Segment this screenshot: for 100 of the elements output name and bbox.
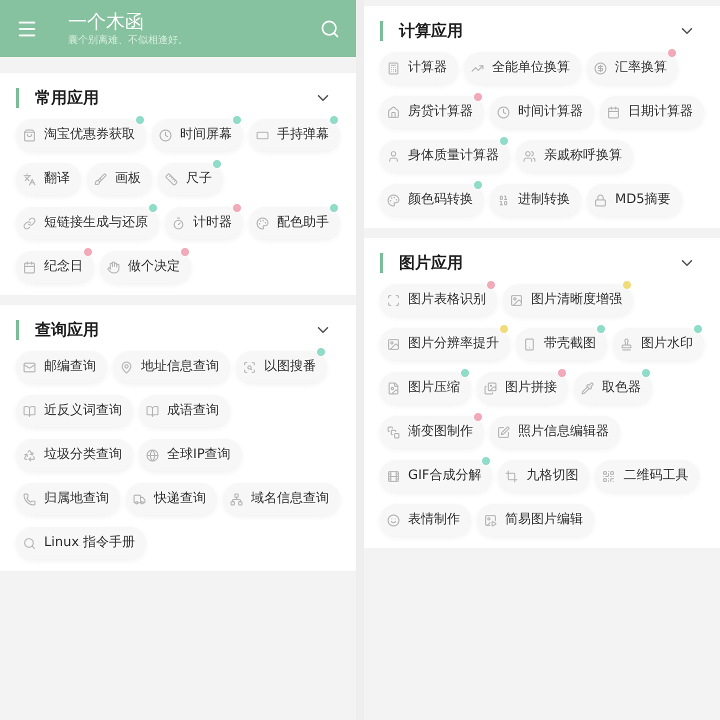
app-chip[interactable]: 全能单位换算	[464, 52, 581, 84]
app-chip[interactable]: 图片水印	[613, 328, 704, 360]
accent-bar	[16, 88, 19, 108]
recycle-icon	[23, 448, 36, 462]
app-chip[interactable]: 淘宝优惠券获取	[16, 119, 146, 151]
app-chip[interactable]: 图片清晰度增强	[503, 284, 633, 316]
file-image-icon	[387, 382, 400, 394]
app-chip[interactable]: MD5摘要	[587, 184, 682, 216]
app-chip[interactable]: 计算器	[380, 52, 458, 84]
app-chip[interactable]: 计时器	[165, 207, 243, 239]
app-chip[interactable]: 进制转换	[490, 184, 581, 216]
accent-bar	[380, 21, 383, 41]
app-chip[interactable]: 近反义词查询	[16, 395, 133, 427]
image-icon	[387, 338, 400, 350]
app-chip[interactable]: 身体质量计算器	[380, 140, 510, 172]
map-pin-icon	[120, 360, 133, 374]
app-chip[interactable]: 二维码工具	[595, 460, 700, 492]
app-chip[interactable]: 邮编查询	[16, 351, 107, 383]
app-chip[interactable]: 纪念日	[16, 251, 94, 283]
app-chip[interactable]: 快递查询	[126, 483, 217, 515]
app-chip[interactable]: 做个决定	[100, 251, 191, 283]
app-chip[interactable]: 图片拼接	[477, 372, 568, 404]
app-chip[interactable]: 短链接生成与还原	[16, 207, 159, 239]
clock-icon	[497, 106, 510, 118]
palette-icon	[256, 216, 269, 230]
bag-icon	[23, 128, 36, 142]
app-chip[interactable]: 取色器	[574, 372, 652, 404]
scan-icon	[387, 294, 400, 306]
envelope-icon	[23, 360, 36, 374]
clock-icon	[159, 128, 172, 142]
app-chip[interactable]: 归属地查询	[16, 483, 120, 515]
section-title: 常用应用	[35, 87, 100, 109]
palette-icon	[387, 194, 400, 206]
image-icon	[510, 294, 523, 306]
app-chip[interactable]: 渐变图制作	[380, 416, 484, 448]
images-icon	[484, 382, 497, 394]
app-chip[interactable]: 配色助手	[249, 207, 340, 239]
binary-icon	[497, 194, 510, 206]
app-chip[interactable]: 图片压缩	[380, 372, 471, 404]
app-chip[interactable]: 亲戚称呼换算	[516, 140, 633, 172]
app-chip[interactable]: GIF合成分解	[380, 460, 492, 492]
app-chip[interactable]: 照片信息编辑器	[490, 416, 620, 448]
person-icon	[387, 150, 400, 162]
app-chip[interactable]: 手持弹幕	[249, 119, 340, 151]
brush-icon	[94, 172, 107, 186]
app-chip[interactable]: 汇率换算	[587, 52, 678, 84]
calendar-icon	[23, 260, 36, 274]
ruler-icon	[165, 172, 178, 186]
globe-icon	[146, 448, 159, 462]
crop-icon	[505, 470, 518, 482]
translate-icon	[23, 172, 36, 186]
pipette-icon	[581, 382, 594, 394]
app-chip[interactable]: 房贷计算器	[380, 96, 484, 128]
app-chip[interactable]: 翻译	[16, 163, 81, 195]
app-chip[interactable]: 图片分辨率提升	[380, 328, 510, 360]
app-chip[interactable]: 日期计算器	[600, 96, 704, 128]
app-chip[interactable]: 带壳截图	[516, 328, 607, 360]
app-subtitle: 囊个别离难、不似相逢好。	[68, 34, 189, 48]
app-chip[interactable]: 以图搜番	[236, 351, 327, 383]
section-title: 查询应用	[35, 319, 100, 341]
qr-code-icon	[602, 470, 616, 482]
book-icon	[146, 404, 159, 418]
link-icon	[23, 216, 36, 230]
app-chip[interactable]: 简易图片编辑	[477, 504, 594, 536]
phone-icon	[523, 338, 536, 350]
app-chip[interactable]: 表情制作	[380, 504, 471, 536]
app-chip[interactable]: 图片表格识别	[380, 284, 497, 316]
app-chip[interactable]: 时间屏幕	[152, 119, 243, 151]
app-chip[interactable]: 九格切图	[498, 460, 590, 492]
app-chip[interactable]: 域名信息查询	[223, 483, 340, 515]
accent-bar	[380, 253, 383, 273]
search-icon	[23, 536, 36, 550]
phone-icon	[23, 492, 36, 506]
app-chip[interactable]: Linux 指令手册	[16, 527, 146, 559]
film-icon	[387, 470, 400, 482]
section-title: 图片应用	[399, 252, 464, 274]
app-chip[interactable]: 画板	[87, 163, 152, 195]
app-chip[interactable]: 垃圾分类查询	[16, 439, 133, 471]
book-icon	[23, 404, 36, 418]
hand-icon	[107, 260, 120, 274]
image-search-icon	[243, 360, 256, 374]
smile-icon	[387, 514, 400, 526]
lock-icon	[594, 194, 607, 206]
currency-icon	[594, 62, 607, 74]
app-title: 一个木函	[68, 10, 145, 34]
section-title: 计算应用	[399, 20, 464, 42]
app-chip[interactable]: 尺子	[158, 163, 223, 195]
calculator-icon	[387, 62, 400, 74]
app-chip[interactable]: 地址信息查询	[113, 351, 230, 383]
network-icon	[230, 492, 243, 506]
edit-image-icon	[497, 426, 510, 438]
app-chip[interactable]: 颜色码转换	[380, 184, 484, 216]
app-chip[interactable]: 成语查询	[139, 395, 230, 427]
layers-icon	[387, 426, 400, 438]
stamp-icon	[620, 338, 633, 350]
app-chip[interactable]: 全球IP查询	[139, 439, 242, 471]
app-chip[interactable]: 时间计算器	[490, 96, 594, 128]
people-icon	[523, 150, 536, 162]
stopwatch-icon	[172, 216, 185, 230]
truck-icon	[133, 492, 146, 506]
